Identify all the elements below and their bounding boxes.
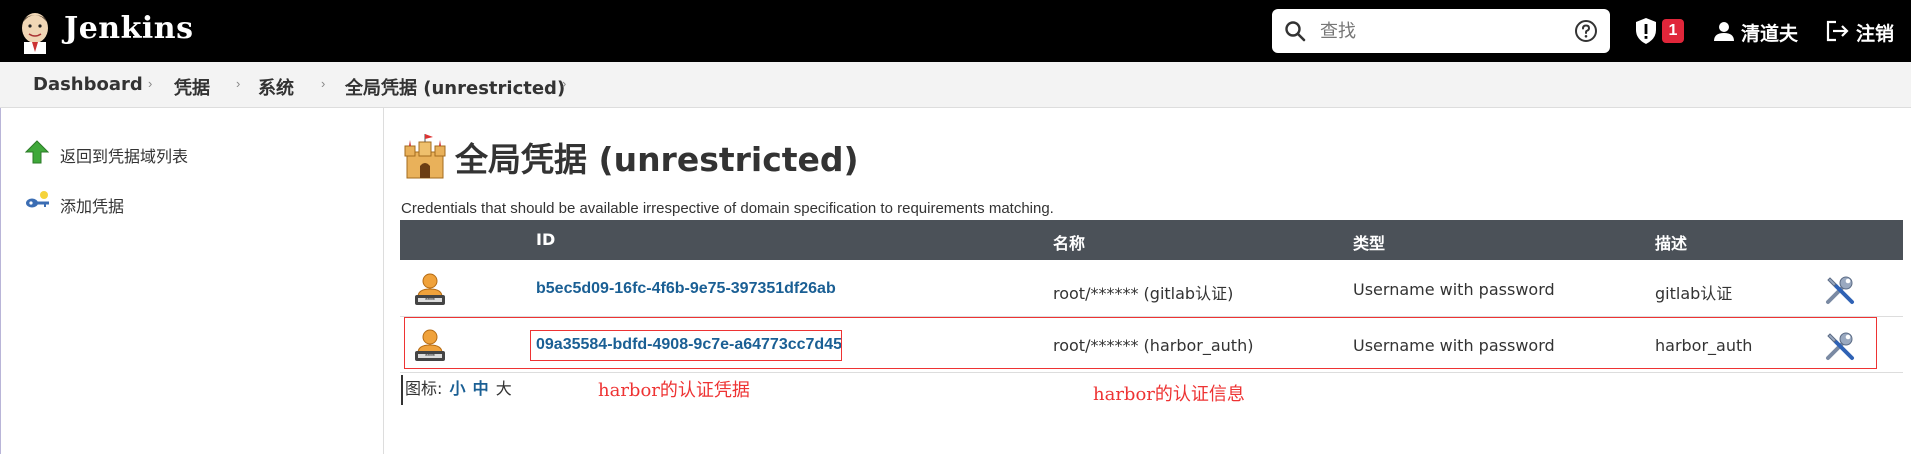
sidebar: 返回到凭据域列表 添加凭据	[0, 108, 384, 454]
security-alert-button[interactable]: 1	[1634, 16, 1688, 46]
breadcrumb-system[interactable]: 系统	[258, 74, 294, 100]
icon-size-large-current: 大	[495, 379, 512, 398]
user-name: 清道夫	[1741, 23, 1799, 45]
up-arrow-icon	[25, 140, 49, 164]
column-header-type[interactable]: 类型	[1353, 230, 1385, 254]
chevron-right-icon[interactable]: ›	[148, 76, 152, 91]
logout-label: 注销	[1856, 23, 1895, 45]
sidebar-item-label: 返回到凭据域列表	[60, 147, 189, 166]
breadcrumb-dashboard[interactable]: Dashboard	[33, 74, 143, 95]
configure-tools-icon[interactable]	[1823, 273, 1857, 307]
top-header: Jenkins 1 清道夫 注销	[0, 0, 1911, 62]
key-icon	[26, 191, 49, 208]
breadcrumb-credentials[interactable]: 凭据	[174, 74, 210, 100]
breadcrumb-global-credentials[interactable]: 全局凭据 (unrestricted)	[345, 74, 565, 100]
svg-text:*****: *****	[425, 298, 435, 304]
shield-icon	[1636, 18, 1656, 44]
icon-size-label: 图标:	[405, 379, 443, 398]
security-count-badge: 1	[1662, 19, 1684, 43]
credential-id-link[interactable]: b5ec5d09-16fc-4f6b-9e75-397351df26ab	[536, 280, 836, 298]
annotation-info-note: harbor的认证信息	[1093, 384, 1245, 405]
chevron-right-icon[interactable]: ›	[236, 76, 240, 91]
credential-type: Username with password	[1353, 280, 1555, 299]
credential-user-icon: *****	[415, 273, 445, 305]
search-input[interactable]	[1320, 15, 1560, 47]
icon-size-selector: 图标: 小 中 大	[401, 375, 512, 405]
user-icon	[1714, 22, 1734, 41]
logout-icon	[1826, 20, 1849, 42]
annotation-credential-note: harbor的认证凭据	[598, 380, 750, 401]
table-row: ***** b5ec5d09-16fc-4f6b-9e75-397351df26…	[400, 262, 1903, 317]
column-header-id[interactable]: ID	[536, 230, 555, 249]
credentials-table-header: ID 名称 类型 描述	[400, 220, 1903, 260]
icon-size-medium-link[interactable]: 中	[473, 379, 489, 398]
page-title: 全局凭据 (unrestricted)	[455, 140, 859, 179]
jenkins-logo-icon[interactable]	[18, 8, 52, 54]
castle-icon	[404, 134, 446, 179]
chevron-right-icon[interactable]: ›	[321, 76, 325, 91]
brand-title[interactable]: Jenkins	[64, 11, 193, 46]
sidebar-item-label: 添加凭据	[60, 197, 125, 216]
page-description: Credentials that should be available irr…	[401, 200, 1054, 217]
breadcrumb: Dashboard › 凭据 › 系统 › 全局凭据 (unrestricted…	[0, 62, 1911, 108]
credential-name: root/****** (gitlab认证)	[1053, 284, 1234, 303]
column-header-name[interactable]: 名称	[1053, 230, 1085, 254]
chevron-right-icon[interactable]: ›	[562, 76, 566, 91]
highlight-id-box	[530, 330, 842, 361]
credential-description: gitlab认证	[1655, 284, 1733, 303]
search-box[interactable]	[1272, 9, 1610, 53]
help-icon[interactable]	[1574, 19, 1598, 43]
search-icon	[1285, 21, 1306, 42]
icon-size-small-link[interactable]: 小	[450, 379, 466, 398]
column-header-description[interactable]: 描述	[1655, 230, 1687, 254]
